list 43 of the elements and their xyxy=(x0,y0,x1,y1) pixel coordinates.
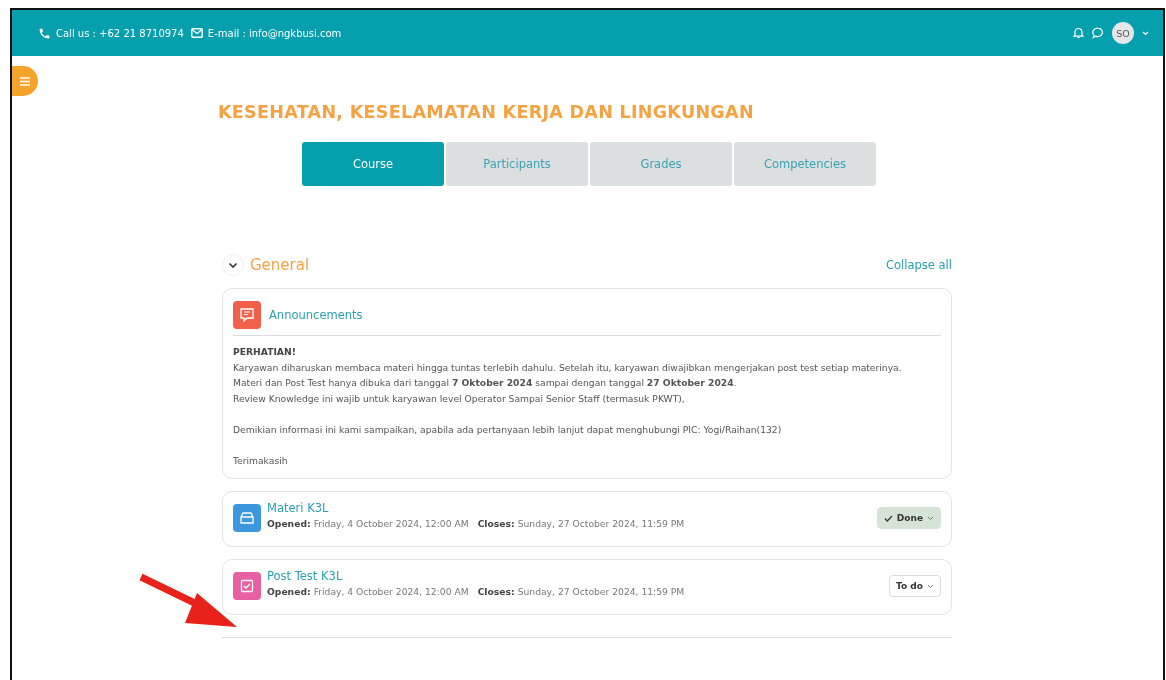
phone-icon xyxy=(38,26,51,40)
tab[interactable]: Grades xyxy=(590,142,732,186)
notice-text: Review Knowledge ini wajib untuk karyawan level Operator Sampai Senior Staff (termasuk PKWT), xyxy=(233,391,686,406)
expand-toggle[interactable] xyxy=(222,254,244,276)
notice-heading: PERHATIAN! xyxy=(233,345,297,359)
menu-button[interactable] xyxy=(12,66,38,96)
completion-button[interactable]: Done xyxy=(876,507,941,529)
date-label: Closes: xyxy=(477,586,515,597)
course-title: KESEHATAN, KESELAMATAN KERJA DAN LINGKUNGAN xyxy=(218,102,755,122)
bell-icon[interactable] xyxy=(1073,27,1084,39)
date-text: Sunday, 27 October 2024, 11:59 PM xyxy=(517,518,685,529)
check-icon[interactable] xyxy=(883,514,893,522)
chevron-icon[interactable] xyxy=(228,261,238,269)
activity-link[interactable]: Announcements xyxy=(269,308,363,322)
menu-icon[interactable] xyxy=(20,76,30,86)
caret-icon[interactable] xyxy=(927,515,934,521)
user-avatar[interactable]: SO xyxy=(1112,22,1134,44)
notice-text: Terimakasih xyxy=(233,453,289,468)
box-icon xyxy=(233,504,261,532)
date-text: Friday, 4 October 2024, 12:00 AM xyxy=(313,518,469,529)
checkbox-icon xyxy=(233,572,261,600)
date-label: Closes: xyxy=(477,518,515,529)
caret-icon[interactable] xyxy=(927,583,934,589)
collapse-all-link[interactable]: Collapse all xyxy=(886,258,952,272)
activity-link[interactable]: Post Test K3L xyxy=(267,569,884,583)
envelope-icon xyxy=(190,28,203,38)
date-label: Opened: xyxy=(267,518,311,529)
date-text: Friday, 4 October 2024, 12:00 AM xyxy=(313,586,469,597)
phone-text: Call us : +62 21 8710974 xyxy=(56,27,184,39)
notice-text: Demikian informasi ini kami sampaikan, apabila ada pertanyaan lebih lanjut dapat menghubungi PIC: Yogi/Raihan(132) xyxy=(233,422,783,437)
notice-text: Materi dan Post Test hanya dibuka dari tanggal 7 Oktober 2024 sampai dengan tanggal 27 Oktober 2024. xyxy=(233,376,738,390)
section-title: General xyxy=(250,256,310,274)
email-text: E-mail : info@ngkbusi.com xyxy=(207,27,342,39)
date-label: Opened: xyxy=(267,586,311,597)
date-text: Sunday, 27 October 2024, 11:59 PM xyxy=(517,586,685,597)
tab[interactable]: Course xyxy=(302,142,444,186)
tab[interactable]: Competencies xyxy=(734,142,876,186)
chat-icon[interactable] xyxy=(1092,27,1104,39)
tab[interactable]: Participants xyxy=(446,142,588,186)
forum-icon xyxy=(233,301,261,329)
completion-button[interactable]: To do xyxy=(889,575,941,597)
notice-text: Karyawan diharuskan membaca materi hingga tuntas terlebih dahulu. Setelah itu, karyawan diwajibkan mengerjakan post test setiap materinya. xyxy=(233,360,903,375)
activity-link[interactable]: Materi K3L xyxy=(267,501,871,515)
